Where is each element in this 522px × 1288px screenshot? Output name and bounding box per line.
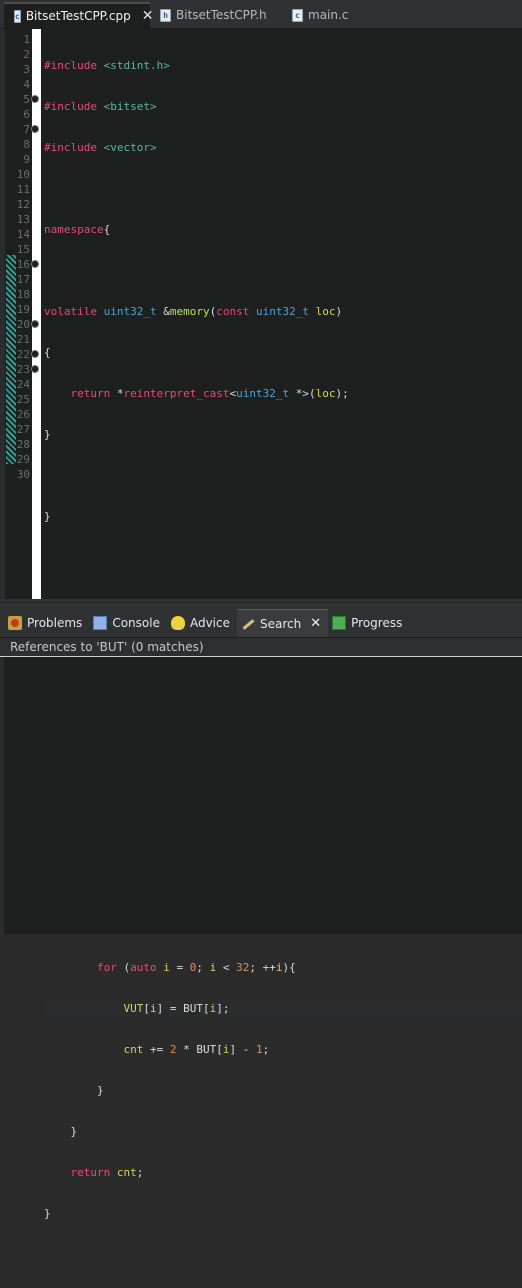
- code-line: #include <stdint.h>: [44, 59, 170, 72]
- tab-label: BitsetTestCPP.cpp: [25, 9, 131, 23]
- line-number: 5: [23, 93, 30, 106]
- line-number: 11: [16, 183, 30, 196]
- c-file-icon: c: [292, 8, 303, 22]
- code-line: }: [44, 1207, 51, 1220]
- tab-label: main.c: [308, 8, 349, 22]
- code-line: {: [44, 346, 51, 359]
- line-number: 26: [16, 408, 30, 421]
- line-number: 15: [16, 243, 30, 256]
- code-line: for (auto i = 0; i < 32; ++i){: [96, 961, 296, 974]
- fold-collapse-icon[interactable]: [31, 125, 39, 133]
- tab-bitsettestcpp-cpp[interactable]: c BitsetTestCPP.cpp ✕: [4, 2, 153, 28]
- fold-collapse-icon[interactable]: [31, 95, 39, 103]
- code-line: #include <vector>: [44, 141, 157, 154]
- line-number: 2: [23, 48, 30, 61]
- line-number: 20: [16, 318, 30, 331]
- line-number: 7: [23, 123, 30, 136]
- fold-collapse-icon[interactable]: [31, 350, 39, 358]
- current-code-line: VUT[i] = BUT[i];: [44, 1001, 522, 1016]
- search-results-tree[interactable]: [4, 657, 522, 934]
- line-number: 18: [16, 288, 30, 301]
- editor-bottom-border: [0, 599, 522, 601]
- fold-collapse-icon[interactable]: [31, 320, 39, 328]
- code-line: }: [44, 510, 51, 523]
- line-number: 24: [16, 378, 30, 391]
- code-line: ​: [44, 1247, 522, 1262]
- code-line: }: [44, 428, 51, 441]
- problems-icon: [8, 616, 22, 630]
- search-icon: [241, 617, 255, 631]
- line-number: 17: [16, 273, 30, 286]
- line-number: 30: [16, 468, 30, 481]
- tab-label: Progress: [351, 616, 403, 630]
- line-number-gutter: 1 2 3 4 5 6 7 8 9 10 11 12 13 14 15 16 1…: [14, 29, 30, 482]
- advice-icon: [170, 616, 185, 630]
- tab-problems[interactable]: Problems: [4, 609, 89, 637]
- tab-main-c[interactable]: c main.c: [282, 2, 362, 28]
- fold-gutter: [32, 29, 41, 601]
- code-line: }: [44, 1125, 78, 1138]
- code-line: ​: [44, 550, 522, 565]
- tab-label: BitsetTestCPP.h: [176, 8, 267, 22]
- tab-bitsettestcpp-h[interactable]: h BitsetTestCPP.h: [150, 2, 275, 28]
- overview-ruler: [0, 29, 5, 601]
- line-number: 1: [23, 33, 30, 46]
- editor-tab-bar: c BitsetTestCPP.cpp ✕ h BitsetTestCPP.h …: [0, 0, 522, 29]
- panel-tab-bar: Problems Console Advice Search ✕ Progres…: [0, 605, 522, 638]
- line-number: 29: [16, 453, 30, 466]
- line-number: 27: [16, 423, 30, 436]
- line-number: 12: [16, 198, 30, 211]
- line-number: 21: [16, 333, 30, 346]
- code-line: volatile uint32_t &memory(const uint32_t…: [44, 305, 343, 318]
- tab-advice[interactable]: Advice: [167, 609, 237, 637]
- line-number: 19: [16, 303, 30, 316]
- tab-console[interactable]: Console: [89, 609, 167, 637]
- search-summary: References to 'BUT' (0 matches): [0, 638, 522, 657]
- code-line: ​: [44, 263, 522, 278]
- code-line: return *reinterpret_cast<uint32_t *>(loc…: [70, 387, 349, 400]
- line-number: 28: [16, 438, 30, 451]
- code-line: ​: [44, 468, 522, 483]
- line-number: 16: [16, 258, 30, 271]
- line-number: 9: [23, 153, 30, 166]
- fold-collapse-icon[interactable]: [31, 260, 39, 268]
- line-number: 10: [16, 168, 30, 181]
- line-number: 6: [23, 108, 30, 121]
- fold-collapse-icon[interactable]: [31, 365, 39, 373]
- tab-search[interactable]: Search ✕: [236, 609, 329, 637]
- tab-label: Advice: [189, 616, 230, 630]
- line-number: 13: [16, 213, 30, 226]
- line-number: 14: [16, 228, 30, 241]
- code-line: #include <bitset>: [44, 100, 157, 113]
- code-editor[interactable]: 1 2 3 4 5 6 7 8 9 10 11 12 13 14 15 16 1…: [0, 29, 522, 1220]
- close-icon[interactable]: ✕: [310, 616, 321, 631]
- line-number: 3: [23, 63, 30, 76]
- line-number: 8: [23, 138, 30, 151]
- code-line: }: [44, 1084, 104, 1097]
- code-line: return cnt;: [70, 1166, 144, 1179]
- code-line: ​: [44, 181, 522, 196]
- tab-progress[interactable]: Progress: [328, 609, 409, 637]
- tab-label: Console: [112, 616, 160, 630]
- c-file-icon: c: [14, 9, 21, 23]
- h-file-icon: h: [160, 8, 171, 22]
- bottom-panel: Problems Console Advice Search ✕ Progres…: [0, 604, 522, 940]
- line-number: 4: [23, 78, 30, 91]
- tab-label: Problems: [27, 616, 83, 630]
- line-number: 23: [16, 363, 30, 376]
- line-number: 25: [16, 393, 30, 406]
- code-line: cnt += 2 * BUT[i] - 1;: [123, 1043, 270, 1056]
- tab-label: Search: [259, 616, 302, 631]
- code-line: namespace{: [44, 223, 111, 236]
- line-number: 22: [16, 348, 30, 361]
- progress-icon: [332, 616, 347, 630]
- console-icon: [93, 616, 108, 630]
